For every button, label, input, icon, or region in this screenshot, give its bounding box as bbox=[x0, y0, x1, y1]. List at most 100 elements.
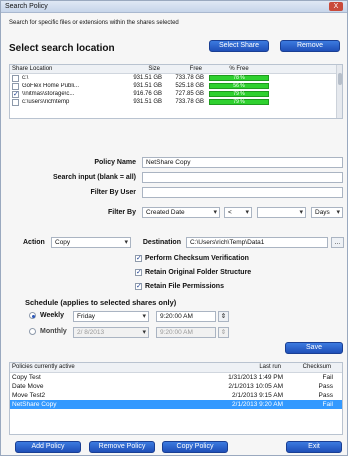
share-free: 733.78 GB bbox=[175, 99, 204, 105]
share-pct-free-bar: 79 % bbox=[209, 99, 269, 105]
shares-grid-header: Share Location Size Free % Free bbox=[10, 65, 342, 74]
shares-list: c:\ 931.51 GB 733.78 GB 78 % GoFlex Home Pub… bbox=[10, 74, 342, 106]
policies-grid: Policies currently active Last run Check… bbox=[9, 362, 343, 435]
monthly-radio-option[interactable]: Monthly bbox=[29, 328, 67, 335]
schedule-heading: Schedule (applies to selected shares onl… bbox=[25, 298, 177, 307]
remove-share-button[interactable]: Remove bbox=[280, 40, 340, 52]
retain-permissions-label: Retain File Permissions bbox=[145, 283, 224, 290]
policy-row[interactable]: NetShare Copy 2/1/2013 9:20 AM Fail bbox=[10, 400, 342, 409]
retain-permissions-option[interactable]: Retain File Permissions bbox=[135, 282, 224, 290]
share-pct-free-bar: 78 % bbox=[209, 75, 269, 81]
policy-row[interactable]: Copy Test 1/31/2013 1:49 PM Fail bbox=[10, 373, 342, 382]
policy-last-run: 2/1/2013 9:20 AM bbox=[232, 401, 283, 408]
search-policy-window: Search Policy X Search for specific file… bbox=[0, 0, 348, 456]
share-size: 916.76 GB bbox=[133, 91, 162, 97]
monthly-label: Monthly bbox=[40, 328, 67, 335]
policy-name-field[interactable]: NetShare Copy bbox=[142, 157, 343, 168]
checksum-checkbox[interactable] bbox=[135, 254, 142, 262]
policy-checksum: Fail bbox=[322, 401, 333, 408]
action-dropdown[interactable]: Copy bbox=[51, 237, 131, 248]
intro-text: Search for specific files or extensions … bbox=[9, 20, 179, 26]
filter-by-dropdown[interactable]: Created Date bbox=[142, 207, 220, 218]
weekly-label: Weekly bbox=[40, 312, 64, 319]
policies-grid-header: Policies currently active Last run Check… bbox=[10, 363, 342, 373]
share-size: 931.51 GB bbox=[133, 75, 162, 81]
destination-field[interactable]: C:\Users\rich\Temp\Data1 bbox=[186, 237, 328, 248]
share-free: 525.18 GB bbox=[175, 83, 204, 89]
shares-grid: Share Location Size Free % Free c:\ 931.5… bbox=[9, 64, 343, 119]
select-share-button[interactable]: Select Share bbox=[209, 40, 269, 52]
share-size: 931.51 GB bbox=[133, 83, 162, 89]
operator-dropdown[interactable]: < bbox=[224, 207, 252, 218]
policy-row[interactable]: Move Test2 2/1/2013 9:15 AM Pass bbox=[10, 391, 342, 400]
weekly-radio-option[interactable]: Weekly bbox=[29, 312, 64, 319]
policies-list: Copy Test 1/31/2013 1:49 PM Fail Date Move 2… bbox=[10, 373, 342, 409]
browse-button[interactable]: ... bbox=[331, 237, 344, 248]
share-row[interactable]: c:\ 931.51 GB 733.78 GB 78 % bbox=[10, 74, 342, 82]
policy-row[interactable]: Date Move 2/1/2013 10:05 AM Pass bbox=[10, 382, 342, 391]
column-header-free[interactable]: Free bbox=[162, 65, 204, 73]
retain-structure-label: Retain Original Folder Structure bbox=[145, 269, 252, 276]
unit-dropdown[interactable]: Days bbox=[311, 207, 343, 218]
close-button[interactable]: X bbox=[329, 2, 343, 11]
share-pct-free-bar: 56 % bbox=[209, 83, 269, 89]
column-header-last-run[interactable]: Last run bbox=[176, 363, 283, 372]
filter-user-label: Filter By User bbox=[90, 189, 136, 196]
share-size: 931.51 GB bbox=[133, 99, 162, 105]
monthly-radio[interactable] bbox=[29, 328, 36, 335]
weekly-radio[interactable] bbox=[29, 312, 36, 319]
checksum-option[interactable]: Perform Checksum Verification bbox=[135, 254, 249, 262]
policy-name: Copy Test bbox=[12, 374, 41, 381]
policy-name: Date Move bbox=[12, 383, 44, 390]
retain-permissions-checkbox[interactable] bbox=[135, 282, 142, 290]
policy-name: NetShare Copy bbox=[12, 401, 57, 408]
select-location-heading: Select search location bbox=[9, 43, 115, 54]
filter-by-label: Filter By bbox=[107, 209, 136, 216]
action-label: Action bbox=[23, 239, 45, 246]
column-header-pct-free[interactable]: % Free bbox=[204, 65, 274, 73]
share-checkbox[interactable] bbox=[12, 82, 19, 90]
save-button[interactable]: Save bbox=[285, 342, 343, 354]
search-input-field[interactable] bbox=[142, 172, 343, 183]
retain-structure-checkbox[interactable] bbox=[135, 268, 142, 276]
monthly-time-field[interactable]: 9:20:00 AM bbox=[156, 327, 216, 338]
weekly-time-field[interactable]: 9:20:00 AM bbox=[156, 311, 216, 322]
share-free: 733.78 GB bbox=[175, 75, 204, 81]
amount-dropdown[interactable] bbox=[257, 207, 306, 218]
share-row[interactable]: GoFlex Home Publi... 931.51 GB 525.18 GB 56… bbox=[10, 82, 342, 90]
policy-checksum: Pass bbox=[318, 383, 333, 390]
column-header-location[interactable]: Share Location bbox=[10, 65, 114, 73]
policy-last-run: 2/1/2013 10:05 AM bbox=[228, 383, 283, 390]
share-checkbox[interactable] bbox=[12, 90, 19, 98]
share-free: 727.85 GB bbox=[175, 91, 204, 97]
column-header-checksum[interactable]: Checksum bbox=[283, 363, 333, 372]
share-checkbox[interactable] bbox=[12, 98, 19, 106]
shares-scrollbar[interactable] bbox=[336, 65, 342, 118]
retain-structure-option[interactable]: Retain Original Folder Structure bbox=[135, 268, 252, 276]
weekly-time-spinner[interactable]: ⇕ bbox=[218, 311, 229, 322]
checksum-label: Perform Checksum Verification bbox=[145, 255, 249, 262]
add-policy-button[interactable]: Add Policy bbox=[15, 441, 81, 453]
destination-label: Destination bbox=[142, 239, 181, 246]
share-checkbox[interactable] bbox=[12, 74, 19, 82]
monthly-time-spinner[interactable]: ⇕ bbox=[218, 327, 229, 338]
filter-user-field[interactable] bbox=[142, 187, 343, 198]
copy-policy-button[interactable]: Copy Policy bbox=[162, 441, 228, 453]
share-location: c:\ bbox=[22, 75, 29, 81]
shares-scrollbar-thumb[interactable] bbox=[338, 73, 342, 85]
share-row[interactable]: c:\users\rich\temp 931.51 GB 733.78 GB 79 % bbox=[10, 98, 342, 106]
monthly-date-picker[interactable]: 2/ 8/2013 bbox=[73, 327, 149, 338]
share-location: \\nitmas\storage\c... bbox=[22, 91, 75, 97]
policy-last-run: 1/31/2013 1:49 PM bbox=[228, 374, 283, 381]
share-pct-free-bar: 79 % bbox=[209, 91, 269, 97]
remove-policy-button[interactable]: Remove Policy bbox=[89, 441, 155, 453]
policy-name-label: Policy Name bbox=[94, 159, 136, 166]
weekly-day-dropdown[interactable]: Friday bbox=[73, 311, 149, 322]
column-header-size[interactable]: Size bbox=[114, 65, 162, 73]
share-row[interactable]: \\nitmas\storage\c... 916.76 GB 727.85 GB 7… bbox=[10, 90, 342, 98]
share-location: c:\users\rich\temp bbox=[22, 99, 70, 105]
search-input-label: Search input (blank = all) bbox=[52, 174, 136, 181]
column-header-policy[interactable]: Policies currently active bbox=[10, 363, 176, 372]
policy-checksum: Pass bbox=[318, 392, 333, 399]
exit-button[interactable]: Exit bbox=[286, 441, 342, 453]
